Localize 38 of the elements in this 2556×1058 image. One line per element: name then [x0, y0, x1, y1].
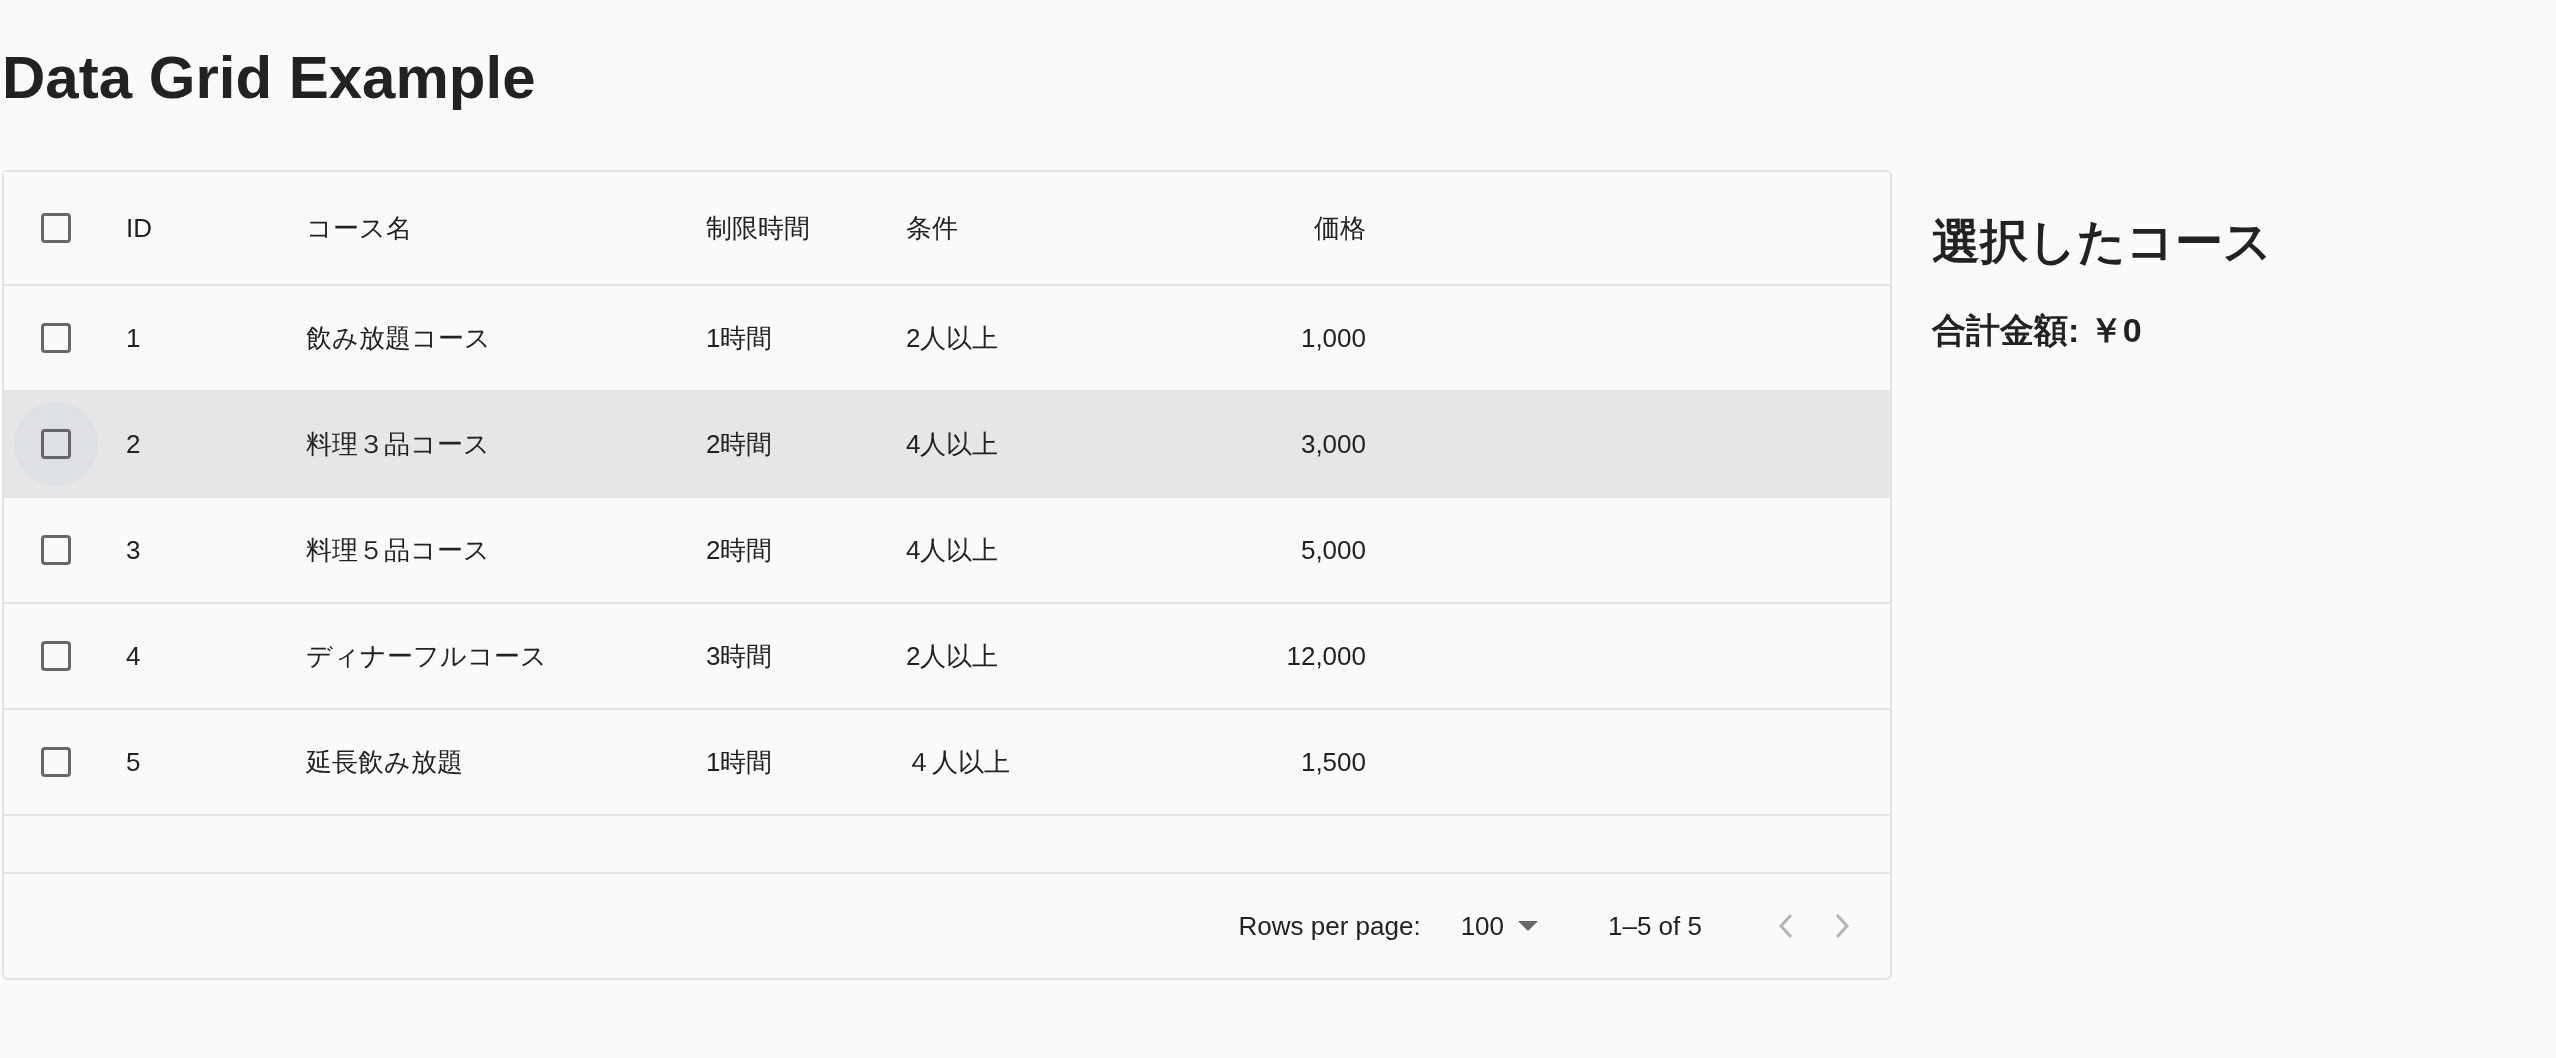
table-cell-text: 1: [126, 322, 142, 354]
table-row[interactable]: 2 料理３品コース 2時間 4人以上 3,000: [4, 392, 1890, 498]
column-header[interactable]: ID: [126, 212, 306, 244]
table-cell-text: 1時間: [706, 321, 774, 355]
table-cell-text: 1,500: [1299, 746, 1367, 778]
table-cell-text: 3: [126, 534, 142, 566]
table-cell-text: 1時間: [706, 745, 774, 779]
table-cell-text: ４人以上: [906, 745, 1011, 779]
column-header[interactable]: 条件: [906, 210, 1106, 246]
table-cell-text: 4人以上: [906, 427, 1000, 461]
column-header[interactable]: 制限時間: [706, 210, 906, 246]
table-cell-text: 1,000: [1299, 322, 1367, 354]
rows-per-page-label: Rows per page:: [1238, 910, 1421, 942]
table-cell-text: 2時間: [706, 533, 774, 567]
table-cell-text: 5,000: [1299, 534, 1367, 566]
total-amount: 合計金額: ￥0: [1932, 310, 2143, 351]
table-cell-text: 2時間: [706, 427, 774, 461]
table-cell-text: 12,000: [1285, 640, 1367, 672]
table-cell-text: 4人以上: [906, 533, 1000, 567]
column-header[interactable]: 価格: [1106, 210, 1386, 246]
column-header[interactable]: コース名: [306, 210, 706, 246]
table-cell-text: 3,000: [1299, 428, 1367, 460]
table-cell-text: 2: [126, 428, 142, 460]
table-cell-text: 延長飲み放題: [306, 745, 464, 779]
selected-courses-heading: 選択したコース: [1932, 214, 2272, 270]
table-cell-text: 2人以上: [906, 639, 1000, 673]
table-cell-text: 3時間: [706, 639, 774, 673]
page-title: Data Grid Example: [2, 43, 537, 113]
table-cell-text: 飲み放題コース: [306, 321, 492, 355]
table-cell-text: 2人以上: [906, 321, 1000, 355]
table-cell-text: 料理３品コース: [306, 427, 491, 461]
table-cell-text: 4: [126, 640, 142, 672]
table-cell-text: 料理５品コース: [306, 533, 491, 567]
rows-per-page-select[interactable]: 100: [1454, 906, 1544, 946]
table-cell-text: 5: [126, 746, 142, 778]
dropdown-caret-icon: [1518, 921, 1538, 931]
page-range: 1–5 of 5: [1608, 910, 1702, 942]
table-cell-text: ディナーフルコース: [306, 639, 548, 673]
